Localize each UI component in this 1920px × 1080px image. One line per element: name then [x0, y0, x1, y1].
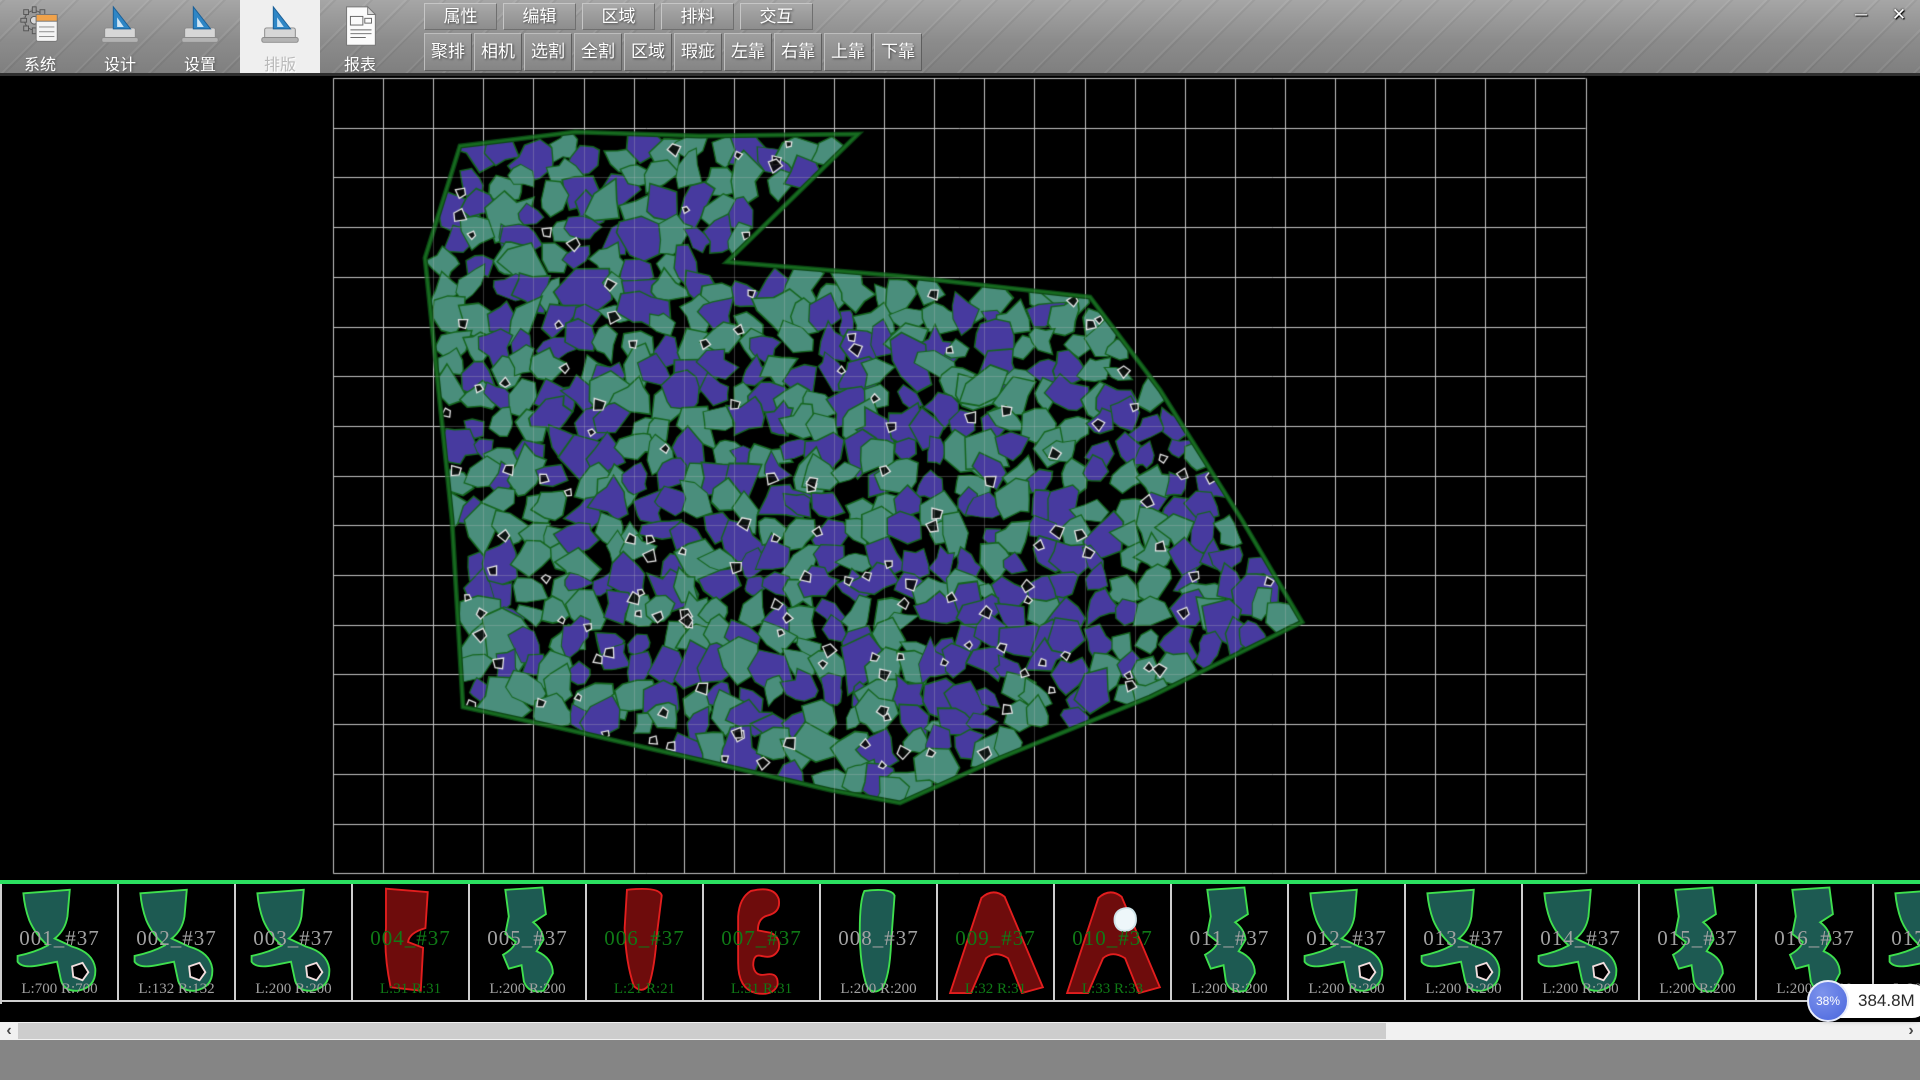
piece-id: 002_#37 [119, 926, 234, 951]
piece-lr-count: L:200 R:200 [821, 981, 936, 998]
piece-lr-count: L:200 R:200 [236, 981, 351, 998]
app-button-label: 报表 [344, 51, 376, 75]
menu-row: 属性编辑区域排料交互 [424, 3, 813, 30]
status-bar [0, 1040, 1920, 1080]
piece-lr-count: L:200 R:200 [1406, 981, 1521, 998]
window-controls: ─ ✕ [1846, 3, 1914, 29]
piece-id: 006_#37 [587, 926, 702, 951]
piece-lr-count: L:31 R:31 [704, 981, 819, 998]
piece-id: 001_#37 [2, 926, 117, 951]
piece-lr-count: L:200 R:200 [1172, 981, 1287, 998]
piece-id: 012_#37 [1289, 926, 1404, 951]
piece-id: 003_#37 [236, 926, 351, 951]
application-window: 系统设计设置排版报表 属性编辑区域排料交互 聚排相机选割全割区域瑕疵左靠右靠上靠… [0, 0, 1920, 1080]
piece-id: 005_#37 [470, 926, 585, 951]
titlebar: 系统设计设置排版报表 属性编辑区域排料交互 聚排相机选割全割区域瑕疵左靠右靠上靠… [0, 0, 1920, 76]
scroll-left-icon[interactable]: ‹ [0, 1022, 18, 1040]
thumbnail-cell-011_#37[interactable]: 011_#37 L:200 R:200 [1172, 884, 1289, 1002]
tool-button-上靠[interactable]: 上靠 [824, 33, 872, 71]
thumbnail-cell-001_#37[interactable]: 001_#37 L:700 R:700 [2, 884, 119, 1002]
horizontal-scrollbar[interactable]: ‹ › [0, 1022, 1920, 1040]
tool-button-左靠[interactable]: 左靠 [724, 33, 772, 71]
menu-button-排料[interactable]: 排料 [661, 3, 734, 30]
piece-lr-count: L:200 R:200 [470, 981, 585, 998]
tool-button-聚排[interactable]: 聚排 [424, 33, 472, 71]
piece-id: 011_#37 [1172, 926, 1287, 951]
piece-lr-count: L:33 R:33 [1055, 981, 1170, 998]
app-button-label: 设计 [104, 51, 136, 75]
app-button-排版[interactable]: 排版 [240, 0, 320, 73]
tool-button-右靠[interactable]: 右靠 [774, 33, 822, 71]
settings-icon [177, 3, 223, 49]
minimize-button[interactable]: ─ [1846, 3, 1876, 29]
scroll-right-icon[interactable]: › [1902, 1022, 1920, 1040]
thumbnail-cell-002_#37[interactable]: 002_#37 L:132 R:132 [119, 884, 236, 1002]
thumbnail-cell-012_#37[interactable]: 012_#37 L:200 R:200 [1289, 884, 1406, 1002]
close-button[interactable]: ✕ [1884, 3, 1914, 29]
app-button-设置[interactable]: 设置 [160, 0, 240, 73]
tool-button-全割[interactable]: 全割 [574, 33, 622, 71]
tool-button-下靠[interactable]: 下靠 [874, 33, 922, 71]
piece-thumbnail-strip: 001_#37L:700 R:700002_#37L:132 R:132003_… [0, 884, 1920, 1004]
piece-lr-count: L:31 R:31 [353, 981, 468, 998]
menu-button-区域[interactable]: 区域 [582, 3, 655, 30]
piece-id: 007_#37 [704, 926, 819, 951]
tool-button-选割[interactable]: 选割 [524, 33, 572, 71]
piece-id: 009_#37 [938, 926, 1053, 951]
piece-lr-count: L:200 R:200 [1289, 981, 1404, 998]
piece-id: 004_#37 [353, 926, 468, 951]
piece-id: 015_#37 [1640, 926, 1755, 951]
tool-button-相机[interactable]: 相机 [474, 33, 522, 71]
report-icon [337, 3, 383, 49]
app-button-系统[interactable]: 系统 [0, 0, 80, 73]
scrollbar-thumb[interactable] [18, 1023, 1386, 1039]
piece-lr-count: L:700 R:700 [2, 981, 117, 998]
nesting-canvas[interactable] [0, 76, 1920, 880]
piece-id: 013_#37 [1406, 926, 1521, 951]
app-button-设计[interactable]: 设计 [80, 0, 160, 73]
tool-row: 聚排相机选割全割区域瑕疵左靠右靠上靠下靠 [424, 33, 922, 71]
tool-button-区域[interactable]: 区域 [624, 33, 672, 71]
piece-id: 014_#37 [1523, 926, 1638, 951]
app-button-label: 系统 [24, 51, 56, 75]
thumbnail-cell-009_#37[interactable]: 009_#37 L:32 R:31 [938, 884, 1055, 1002]
thumbnail-cell-004_#37[interactable]: 004_#37 L:31 R:31 [353, 884, 470, 1002]
piece-lr-count: L:21 R:21 [587, 981, 702, 998]
thumbnail-cell-013_#37[interactable]: 013_#37 L:200 R:200 [1406, 884, 1523, 1002]
piece-lr-count: L:132 R:132 [119, 981, 234, 998]
piece-lr-count: L:32 R:31 [938, 981, 1053, 998]
piece-id: 017_#37 [1874, 926, 1920, 951]
app-button-报表[interactable]: 报表 [320, 0, 400, 73]
tool-button-瑕疵[interactable]: 瑕疵 [674, 33, 722, 71]
piece-id: 010_#37 [1055, 926, 1170, 951]
usage-percent-badge: 38% [1807, 980, 1849, 1022]
app-button-label: 设置 [184, 51, 216, 75]
thumbnail-cell-005_#37[interactable]: 005_#37 L:200 R:200 [470, 884, 587, 1002]
thumbnail-cell-010_#37[interactable]: 010_#37 L:33 R:33 [1055, 884, 1172, 1002]
app-mode-buttons: 系统 设计 设置 排版 报表 [0, 0, 400, 73]
thumbnail-cell-008_#37[interactable]: 008_#37 L:200 R:200 [821, 884, 938, 1002]
memory-value: 384.8M [1858, 991, 1915, 1011]
thumbnail-cell-006_#37[interactable]: 006_#37 L:21 R:21 [587, 884, 704, 1002]
piece-id: 016_#37 [1757, 926, 1872, 951]
piece-lr-count: L:200 R:200 [1640, 981, 1755, 998]
menu-button-编辑[interactable]: 编辑 [503, 3, 576, 30]
app-button-label: 排版 [264, 51, 296, 75]
thumbnail-cell-014_#37[interactable]: 014_#37 L:200 R:200 [1523, 884, 1640, 1002]
thumbnail-cell-003_#37[interactable]: 003_#37 L:200 R:200 [236, 884, 353, 1002]
nesting-icon [257, 3, 303, 49]
menu-button-交互[interactable]: 交互 [740, 3, 813, 30]
system-icon [17, 3, 63, 49]
design-icon [97, 3, 143, 49]
memory-badge[interactable]: 38% 384.8M [1810, 984, 1920, 1018]
menu-button-属性[interactable]: 属性 [424, 3, 497, 30]
piece-lr-count: L:200 R:200 [1523, 981, 1638, 998]
thumbnail-cell-007_#37[interactable]: 007_#37 L:31 R:31 [704, 884, 821, 1002]
piece-id: 008_#37 [821, 926, 936, 951]
thumbnail-cell-015_#37[interactable]: 015_#37 L:200 R:200 [1640, 884, 1757, 1002]
